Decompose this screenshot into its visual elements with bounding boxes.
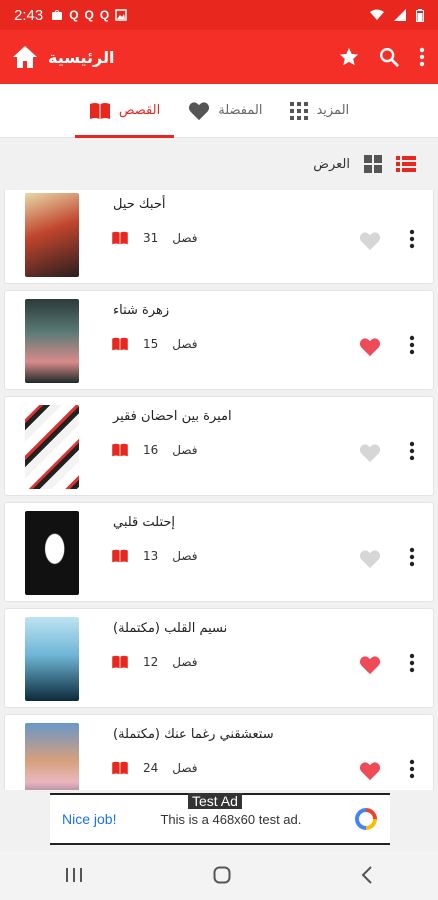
list-view-icon[interactable]: [396, 156, 416, 172]
home-nav-icon[interactable]: [213, 866, 231, 884]
chapter-count: 31: [143, 231, 159, 245]
book-icon: [112, 231, 128, 245]
chapter-count: 24: [143, 761, 159, 775]
overflow-menu-icon[interactable]: [418, 46, 426, 68]
apps-grid-icon: [290, 101, 309, 120]
signal-icon: [394, 9, 406, 21]
status-bar: 2:43 Q Q Q: [0, 0, 438, 30]
story-more-icon[interactable]: [409, 441, 415, 461]
story-card[interactable]: زهرة شتاء 15 فصل: [4, 290, 434, 390]
chapter-label: فصل: [172, 443, 198, 457]
story-title: زهرة شتاء: [113, 303, 170, 318]
story-more-icon[interactable]: [409, 229, 415, 249]
story-title: اميرة بين احضان فقير: [113, 409, 232, 424]
tab-bar: القصص المفضلة المزيد: [0, 84, 438, 138]
story-meta: 12 فصل: [111, 655, 198, 669]
story-list[interactable]: أحبك حيل 31 فصل زهرة شتاء 15 فصل اميرة ب…: [0, 190, 438, 790]
app-bar: الرئيسية: [0, 30, 438, 84]
status-time: 2:43: [14, 6, 44, 24]
story-meta: 16 فصل: [111, 443, 198, 457]
recents-icon[interactable]: [65, 867, 83, 883]
chapter-label: فصل: [172, 655, 198, 669]
star-icon[interactable]: [338, 46, 360, 68]
story-meta: 13 فصل: [111, 549, 198, 563]
favorite-heart-icon[interactable]: [359, 337, 381, 357]
chapter-count: 12: [143, 655, 159, 669]
story-meta: 31 فصل: [111, 231, 198, 245]
story-cover-image[interactable]: [25, 511, 79, 595]
story-meta: 24 فصل: [111, 761, 198, 775]
tab-stories-label: القصص: [118, 103, 161, 118]
story-more-icon[interactable]: [409, 335, 415, 355]
notif-q-3: Q: [99, 8, 110, 22]
back-icon[interactable]: [361, 866, 373, 884]
story-cover-image[interactable]: [25, 299, 79, 383]
chapter-label: فصل: [172, 549, 198, 563]
story-title: أحبك حيل: [113, 197, 166, 212]
story-title: نسيم القلب (مكتملة): [113, 621, 228, 636]
story-title: إحتلت قلبي: [113, 515, 176, 530]
home-icon[interactable]: [12, 45, 38, 69]
chapter-label: فصل: [172, 231, 198, 245]
book-icon: [112, 337, 128, 351]
ad-text: This is a 468x60 test ad.: [160, 811, 302, 827]
chapter-count: 16: [143, 443, 159, 457]
shopping-bag-icon: [52, 10, 63, 20]
tab-favorites-label: المفضلة: [218, 103, 263, 118]
page-title: الرئيسية: [48, 47, 115, 67]
ad-label: Test Ad: [188, 793, 242, 809]
grid-view-icon[interactable]: [364, 155, 382, 173]
battery-icon: [416, 8, 424, 22]
book-icon: [112, 761, 128, 775]
tab-more[interactable]: المزيد: [276, 84, 363, 138]
book-icon: [89, 102, 110, 119]
story-card[interactable]: ستعشقني رغما عنك (مكتملة) 24 فصل: [4, 714, 434, 790]
chapter-count: 15: [143, 337, 159, 351]
tab-more-label: المزيد: [316, 103, 350, 118]
chapter-label: فصل: [172, 761, 198, 775]
story-card[interactable]: اميرة بين احضان فقير 16 فصل: [4, 396, 434, 496]
favorite-heart-icon[interactable]: [359, 761, 381, 781]
story-cover-image[interactable]: [25, 405, 79, 489]
view-toolbar: العرض: [0, 138, 438, 190]
search-icon[interactable]: [378, 46, 400, 68]
favorite-heart-icon[interactable]: [359, 549, 381, 569]
story-card[interactable]: إحتلت قلبي 13 فصل: [4, 502, 434, 602]
story-cover-image[interactable]: [25, 617, 79, 701]
story-more-icon[interactable]: [409, 759, 415, 779]
image-icon: [115, 9, 127, 21]
story-more-icon[interactable]: [409, 653, 415, 673]
notif-q-2: Q: [84, 8, 94, 22]
book-icon: [112, 549, 128, 563]
ad-logo-icon: [355, 808, 377, 830]
chapter-count: 13: [143, 549, 159, 563]
story-cover-image[interactable]: [25, 193, 79, 277]
chapter-label: فصل: [172, 337, 198, 351]
story-card[interactable]: نسيم القلب (مكتملة) 12 فصل: [4, 608, 434, 708]
favorite-heart-icon[interactable]: [359, 443, 381, 463]
favorite-heart-icon[interactable]: [359, 231, 381, 251]
favorite-heart-icon[interactable]: [359, 655, 381, 675]
system-status: [370, 8, 424, 22]
book-icon: [112, 655, 128, 669]
view-label: العرض: [313, 156, 350, 172]
ad-banner[interactable]: Test Ad Nice job! This is a 468x60 test …: [50, 793, 390, 845]
wifi-icon: [370, 9, 384, 20]
heart-icon: [189, 101, 210, 120]
tab-stories[interactable]: القصص: [74, 84, 175, 138]
ad-headline: Nice job!: [62, 811, 117, 827]
notification-icons: Q Q Q: [51, 8, 127, 22]
story-more-icon[interactable]: [409, 547, 415, 567]
story-meta: 15 فصل: [111, 337, 198, 351]
book-icon: [112, 443, 128, 457]
story-cover-image[interactable]: [25, 723, 79, 790]
story-title: ستعشقني رغما عنك (مكتملة): [113, 727, 274, 742]
system-nav-bar: [0, 850, 438, 900]
story-card[interactable]: أحبك حيل 31 فصل: [4, 190, 434, 284]
tab-favorites[interactable]: المفضلة: [174, 84, 276, 138]
notif-q-1: Q: [69, 8, 79, 22]
